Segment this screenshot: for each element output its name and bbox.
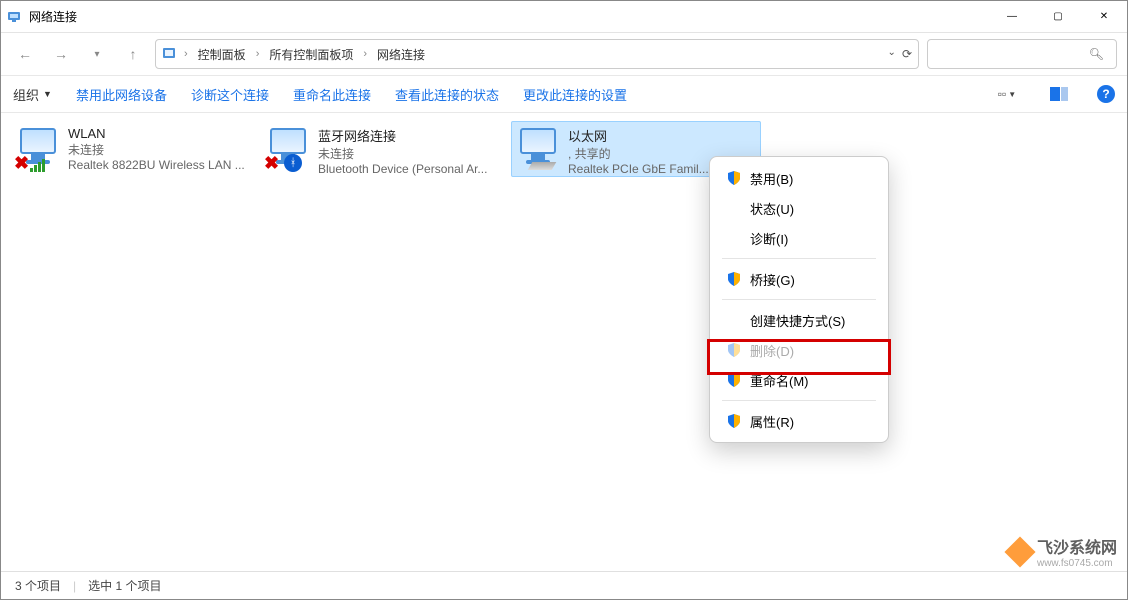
forward-button[interactable]: → (47, 40, 75, 68)
navigation-bar: ← → ▾ ↑ › 控制面板 › 所有控制面板项 › 网络连接 ⌄ ⟳ 🔍︎ (1, 33, 1127, 75)
window-title: 网络连接 (29, 8, 989, 25)
address-dropdown-icon[interactable]: ⌄ (888, 47, 896, 61)
context-menu: 禁用(B) 状态(U) 诊断(I) 桥接(G) 创建快捷方式(S) 删除(D) … (709, 156, 889, 443)
error-x-icon: ✖ (264, 154, 282, 172)
status-bar: 3 个项目 | 选中 1 个项目 (1, 571, 1127, 599)
item-name: WLAN (68, 126, 254, 141)
annotation-highlight (707, 339, 891, 375)
watermark: 飞沙系统网 www.fs0745.com (1009, 534, 1117, 569)
shield-icon (726, 170, 742, 186)
ethernet-cable-icon (528, 162, 557, 170)
content-area: ✖ WLAN 未连接 Realtek 8822BU Wireless LAN .… (1, 113, 1127, 185)
chevron-right-icon: › (254, 48, 262, 60)
ctx-create-shortcut[interactable]: 创建快捷方式(S) (714, 305, 884, 335)
ctx-bridge[interactable]: 桥接(G) (714, 264, 884, 294)
breadcrumb-here[interactable]: 网络连接 (373, 44, 429, 65)
item-device: Bluetooth Device (Personal Ar... (318, 162, 504, 176)
details-pane-button[interactable] (1045, 80, 1073, 108)
status-selected-count: 选中 1 个项目 (88, 577, 161, 594)
watermark-arrow-icon (1004, 536, 1035, 567)
status-item-count: 3 个项目 (15, 577, 61, 594)
shield-icon (726, 271, 742, 287)
ctx-diagnose[interactable]: 诊断(I) (714, 223, 884, 253)
menu-separator (722, 400, 876, 401)
command-bar: 组织 ▼ 禁用此网络设备 诊断这个连接 重命名此连接 查看此连接的状态 更改此连… (1, 75, 1127, 113)
address-bar[interactable]: › 控制面板 › 所有控制面板项 › 网络连接 ⌄ ⟳ (155, 39, 919, 69)
item-status: 未连接 (318, 145, 504, 162)
menu-separator (722, 299, 876, 300)
breadcrumb-all[interactable]: 所有控制面板项 (265, 44, 357, 65)
ctx-label: 属性(R) (750, 412, 794, 431)
watermark-name: 飞沙系统网 (1037, 534, 1117, 558)
wifi-signal-icon (30, 159, 45, 172)
help-button[interactable]: ? (1097, 85, 1115, 103)
ctx-label: 禁用(B) (750, 169, 793, 188)
ctx-properties[interactable]: 属性(R) (714, 406, 884, 436)
ctx-label: 状态(U) (750, 199, 794, 218)
ctx-disable[interactable]: 禁用(B) (714, 163, 884, 193)
status-separator: | (73, 579, 76, 593)
bluetooth-icon: ᚼ (284, 154, 302, 172)
chevron-right-icon: › (361, 48, 369, 60)
organize-menu[interactable]: 组织 ▼ (13, 85, 52, 104)
change-settings-button[interactable]: 更改此连接的设置 (523, 85, 627, 104)
disable-device-button[interactable]: 禁用此网络设备 (76, 85, 167, 104)
network-item-bluetooth[interactable]: ✖ ᚼ 蓝牙网络连接 未连接 Bluetooth Device (Persona… (261, 121, 511, 177)
item-status: 未连接 (68, 141, 254, 158)
breadcrumb-root[interactable]: 控制面板 (194, 44, 250, 65)
view-options-button[interactable]: ▫▫▼ (993, 80, 1021, 108)
item-name: 以太网 (568, 126, 754, 145)
history-dropdown-icon[interactable]: ▾ (83, 40, 111, 68)
item-name: 蓝牙网络连接 (318, 126, 504, 145)
menu-separator (722, 258, 876, 259)
back-button[interactable]: ← (11, 40, 39, 68)
refresh-button[interactable]: ⟳ (902, 47, 912, 61)
chevron-down-icon: ▼ (43, 89, 52, 99)
ctx-status[interactable]: 状态(U) (714, 193, 884, 223)
diagnose-connection-button[interactable]: 诊断这个连接 (191, 85, 269, 104)
organize-label: 组织 (13, 85, 39, 104)
app-icon (7, 9, 23, 25)
chevron-down-icon: ▼ (1008, 90, 1016, 99)
network-item-wlan[interactable]: ✖ WLAN 未连接 Realtek 8822BU Wireless LAN .… (11, 121, 261, 177)
view-status-button[interactable]: 查看此连接的状态 (395, 85, 499, 104)
search-icon: 🔍︎ (1089, 47, 1104, 61)
ctx-label: 桥接(G) (750, 270, 795, 289)
close-button[interactable]: ✕ (1081, 1, 1127, 33)
ethernet-adapter-icon (518, 126, 560, 168)
watermark-url: www.fs0745.com (1037, 558, 1117, 569)
chevron-right-icon: › (182, 48, 190, 60)
maximize-button[interactable]: ▢ (1035, 1, 1081, 33)
title-bar: 网络连接 ― ▢ ✕ (1, 1, 1127, 33)
search-input[interactable]: 🔍︎ (927, 39, 1117, 69)
up-button[interactable]: ↑ (119, 40, 147, 68)
item-device: Realtek 8822BU Wireless LAN ... (68, 158, 254, 172)
shield-icon (726, 413, 742, 429)
ctx-label: 创建快捷方式(S) (750, 311, 845, 330)
rename-connection-button[interactable]: 重命名此连接 (293, 85, 371, 104)
minimize-button[interactable]: ― (989, 1, 1035, 33)
control-panel-icon (162, 46, 178, 62)
bluetooth-adapter-icon: ✖ ᚼ (268, 126, 310, 168)
wlan-adapter-icon: ✖ (18, 126, 60, 168)
ctx-label: 诊断(I) (750, 229, 788, 248)
